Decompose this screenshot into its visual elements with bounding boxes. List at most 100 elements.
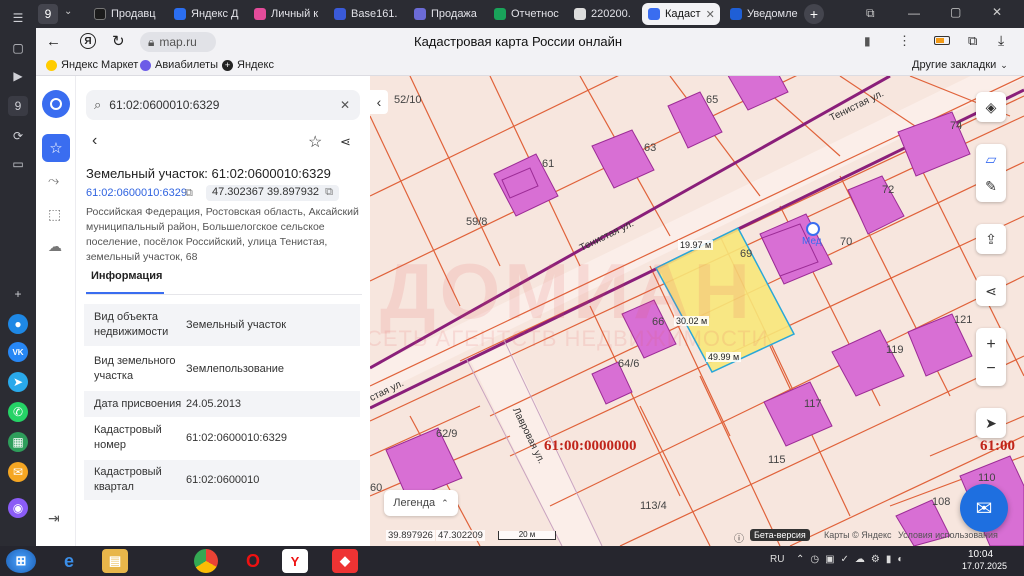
share-icon[interactable]: ⋖ bbox=[340, 134, 351, 150]
route-icon[interactable]: ⤳ bbox=[48, 172, 59, 189]
whatsapp-icon[interactable]: ✆ bbox=[8, 402, 28, 422]
extensions-icon[interactable]: ⧉ bbox=[968, 33, 977, 49]
zoom-out-button[interactable]: − bbox=[986, 360, 995, 378]
search-input[interactable]: 61:02:0600010:6329 bbox=[109, 98, 219, 112]
chevron-down-icon[interactable]: ⌄ bbox=[64, 6, 72, 17]
vk-icon[interactable]: VK bbox=[8, 342, 28, 362]
layers-icon[interactable]: ◈ bbox=[976, 92, 1006, 122]
copy-icon[interactable]: ⧉ bbox=[185, 187, 193, 200]
folder-icon[interactable]: ▤ bbox=[102, 549, 128, 573]
favorites-star-icon[interactable]: ☆ bbox=[42, 134, 70, 162]
login-icon[interactable]: ⇥ bbox=[48, 510, 60, 527]
bookmark-market[interactable]: Яндекс Маркет bbox=[46, 59, 138, 71]
tab-label: Отчетнос bbox=[511, 8, 559, 20]
attribution[interactable]: Карты © Яндекс bbox=[824, 530, 892, 540]
anydesk-icon[interactable]: ◆ bbox=[332, 549, 358, 573]
tab-favicon-icon bbox=[254, 8, 266, 20]
ruler-icon[interactable]: ▱ bbox=[986, 151, 997, 168]
poi-label[interactable]: Мед bbox=[802, 236, 822, 247]
mail-icon[interactable]: ✉ bbox=[8, 462, 28, 482]
copy-icon: ⧉ bbox=[325, 186, 333, 198]
tab-2[interactable]: Яндекс Д bbox=[168, 3, 242, 25]
tab-6[interactable]: Отчетнос bbox=[488, 3, 562, 25]
coords-chip[interactable]: 47.302367 39.897932 ⧉ bbox=[206, 185, 339, 201]
legend-button[interactable]: Легенда ⌃ bbox=[384, 490, 458, 516]
tab-1[interactable]: Продавц bbox=[88, 3, 162, 25]
tab-4[interactable]: Base161. bbox=[328, 3, 402, 25]
tab-9[interactable]: Уведомле bbox=[724, 3, 804, 25]
telegram-icon[interactable]: ➤ bbox=[8, 372, 28, 392]
app-logo[interactable] bbox=[42, 90, 70, 118]
tabs-icon[interactable]: ▢ bbox=[8, 38, 28, 58]
tab-8-active[interactable]: Кадаст ✕ bbox=[642, 3, 720, 25]
info-value: 61:02:0600010 bbox=[186, 473, 260, 486]
play-icon[interactable]: ▶ bbox=[8, 66, 28, 86]
tab-counter[interactable]: 9 bbox=[38, 4, 58, 24]
parcel-number: 72 bbox=[882, 184, 895, 196]
select-area-icon[interactable]: ⬚ bbox=[48, 206, 61, 223]
back-arrow-icon[interactable]: ← bbox=[46, 33, 61, 50]
star-icon[interactable]: ☆ bbox=[308, 132, 322, 152]
info-icon[interactable]: ⓘ bbox=[734, 530, 744, 545]
add-icon[interactable]: + bbox=[8, 284, 28, 304]
other-bookmarks-label: Другие закладки bbox=[912, 59, 997, 71]
edit-icon[interactable]: ✎ bbox=[985, 178, 997, 195]
download-icon[interactable]: ⤓ bbox=[998, 32, 1004, 49]
search-field[interactable]: ⌕ 61:02:0600010:6329 ✕ bbox=[86, 90, 360, 120]
terms-link[interactable]: Условия использования bbox=[898, 530, 998, 540]
start-button[interactable]: ⊞ bbox=[6, 549, 36, 573]
panel-icon[interactable]: ▭ bbox=[8, 154, 28, 174]
counter-icon[interactable]: 9 bbox=[8, 96, 28, 116]
avia-icon bbox=[140, 59, 151, 71]
disk-icon[interactable]: ● bbox=[8, 314, 28, 334]
clear-icon[interactable]: ✕ bbox=[340, 98, 350, 112]
collapse-panel-button[interactable]: ‹ bbox=[370, 90, 388, 114]
bookmark-yandex[interactable]: + Яндекс bbox=[222, 59, 274, 71]
zoom-in-button[interactable]: + bbox=[986, 336, 995, 354]
url-field[interactable]: 🔒︎ map.ru bbox=[140, 32, 216, 52]
share-icon[interactable]: ⋖ bbox=[976, 276, 1006, 306]
bookmark-icon[interactable]: ▮ bbox=[864, 34, 871, 48]
close-window-button[interactable]: ✕ bbox=[992, 5, 1002, 19]
tab-5[interactable]: Продажа bbox=[408, 3, 482, 25]
parcel-number: 52/10 bbox=[394, 94, 422, 106]
apps-icon[interactable]: ▦ bbox=[8, 432, 28, 452]
other-bookmarks[interactable]: Другие закладки ⌄ bbox=[912, 59, 1008, 71]
cad-number-link[interactable]: 61:02:0600010:6329 bbox=[86, 187, 187, 199]
history-icon[interactable]: ⟳ bbox=[8, 126, 28, 146]
copy-icon[interactable]: ⧉ bbox=[866, 6, 875, 21]
locate-icon[interactable]: ➤ bbox=[976, 408, 1006, 438]
layers-cloud-icon[interactable]: ☁ bbox=[48, 238, 62, 255]
lang-indicator[interactable]: RU bbox=[770, 554, 784, 565]
tab-label: Продавц bbox=[111, 8, 156, 20]
tab-7[interactable]: 220200. bbox=[568, 3, 642, 25]
tab-favicon-icon bbox=[574, 8, 586, 20]
mail-fab-button[interactable]: ✉ bbox=[960, 484, 1008, 532]
info-value: Земельный участок bbox=[186, 318, 287, 331]
yandex-icon[interactable]: Я bbox=[80, 33, 96, 49]
clock-time[interactable]: 10:04 bbox=[968, 549, 993, 560]
yandex-browser-icon[interactable]: Y bbox=[282, 549, 308, 573]
alice-icon[interactable]: ◉ bbox=[8, 498, 28, 518]
chrome-icon[interactable] bbox=[194, 549, 218, 573]
bookmark-avia[interactable]: Авиабилеты bbox=[140, 59, 218, 71]
clock-date[interactable]: 17.07.2025 bbox=[962, 561, 1007, 571]
minimize-button[interactable]: — bbox=[908, 6, 920, 20]
menu-dots-icon[interactable]: ⋮ bbox=[898, 33, 911, 49]
search-icon: ⌕ bbox=[94, 97, 102, 112]
ie-icon[interactable]: e bbox=[56, 549, 82, 573]
tab-3[interactable]: Личный к bbox=[248, 3, 322, 25]
upload-icon[interactable]: ⇪ bbox=[976, 224, 1006, 254]
parcel-number: 65 bbox=[706, 94, 719, 106]
maximize-button[interactable]: ▢ bbox=[950, 5, 961, 19]
back-icon[interactable]: ‹ bbox=[92, 132, 97, 150]
opera-icon[interactable]: O bbox=[240, 549, 266, 573]
reload-icon[interactable]: ↻ bbox=[112, 32, 125, 50]
new-tab-button[interactable]: + bbox=[804, 4, 824, 24]
close-icon[interactable]: ✕ bbox=[706, 8, 715, 21]
tray-icons[interactable]: ⌃◷▣✓☁⚙▮◐ bbox=[796, 554, 909, 565]
menu-icon[interactable]: ☰ bbox=[8, 8, 28, 28]
map-view[interactable]: ДОМИАН СЕТЬ АГЕНТСТВ НЕДВИЖИМОСТИ Тенист… bbox=[370, 76, 1024, 546]
beta-badge[interactable]: Бета-версия bbox=[750, 529, 810, 541]
tab-information[interactable]: Информация bbox=[86, 270, 164, 294]
